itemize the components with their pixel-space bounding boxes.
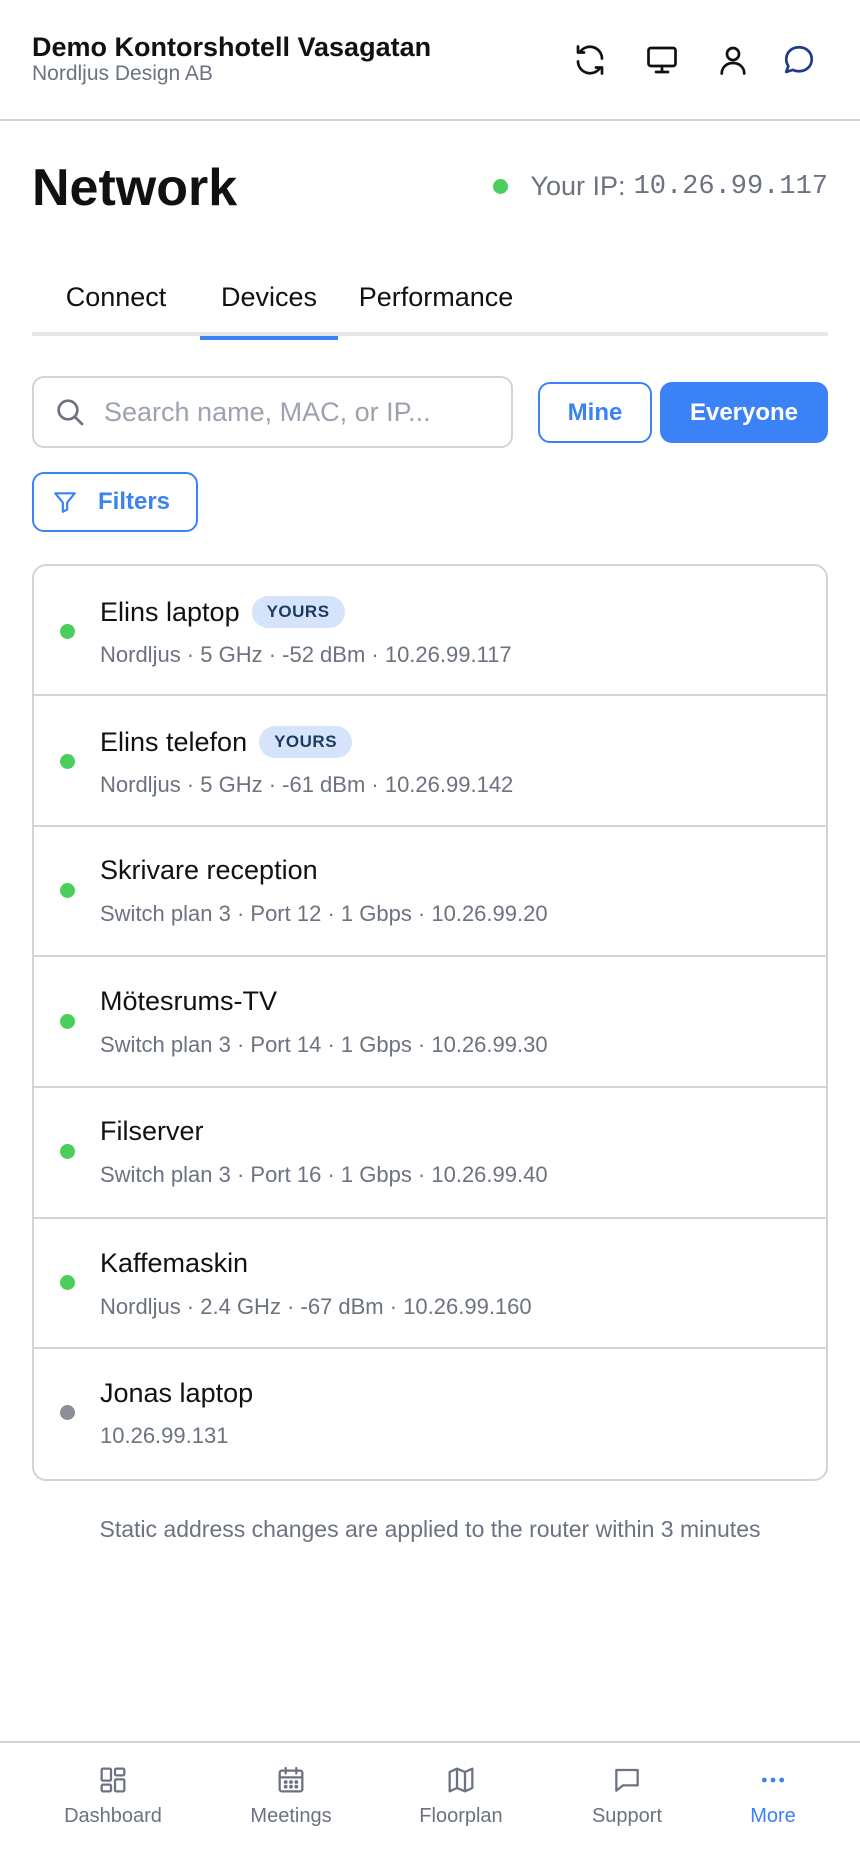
nav-more[interactable]: More [688,1743,858,1864]
nav-label: Floorplan [419,1805,503,1827]
device-name: Elins telefon [100,726,248,757]
device-name: Jonas laptop [100,1378,254,1408]
device-name: Filserver [100,1116,204,1146]
ip-value: 10.26.99.117 [633,171,828,202]
company-name: Nordljus Design AB [32,62,213,85]
connection-status-dot [493,179,509,194]
more-icon [756,1763,790,1797]
location-title: Demo Kontorshotell Vasagatan [32,32,432,62]
device-name: Mötesrums-TV [100,986,278,1016]
filter-icon [52,489,78,515]
ip-indicator: Your IP: 10.26.99.117 [493,171,828,202]
yours-badge: YOURS [251,596,345,628]
nav-label: Dashboard [64,1805,162,1827]
network-tabs: Connect Devices Performance [32,270,828,340]
online-status-dot [60,1014,75,1029]
device-details: 10.26.99.131 [100,1423,229,1448]
filters-label: Filters [98,488,171,515]
calendar-icon [274,1763,308,1797]
page-title: Network [32,159,238,217]
device-row[interactable]: Jonas laptop 10.26.99.131 [34,1349,826,1479]
tab-performance[interactable]: Performance [338,270,534,336]
nav-support[interactable]: Support [542,1743,712,1864]
device-details: Switch plan 3 · Port 14 · 1 Gbps · 10.26… [100,1032,548,1057]
device-list: Elins laptop YOURS Nordljus · 5 GHz · -5… [32,564,828,1481]
user-icon[interactable] [711,38,755,82]
online-status-dot [60,1275,75,1290]
chat-icon[interactable] [777,38,821,82]
nav-label: Support [591,1805,663,1827]
device-details: Nordljus · 2.4 GHz · -67 dBm · 10.26.99.… [100,1294,532,1319]
search-box [32,376,513,448]
device-row[interactable]: Elins laptop YOURS Nordljus · 5 GHz · -5… [34,566,826,696]
online-status-dot [60,624,75,639]
bottom-navigation: Dashboard Meetings Floorplan Support Mor… [0,1741,860,1864]
online-status-dot [60,883,75,898]
device-row[interactable]: Skrivare reception Switch plan 3 · Port … [34,827,826,957]
filters-button[interactable]: Filters [32,472,198,532]
device-row[interactable]: Filserver Switch plan 3 · Port 16 · 1 Gb… [34,1088,826,1219]
static-address-note: Static address changes are applied to th… [99,1516,761,1542]
mine-filter-button[interactable]: Mine [538,382,652,443]
nav-floorplan[interactable]: Floorplan [376,1743,546,1864]
device-details: Nordljus · 5 GHz · -61 dBm · 10.26.99.14… [100,772,514,797]
device-row[interactable]: Mötesrums-TV Switch plan 3 · Port 14 · 1… [34,957,826,1088]
device-details: Switch plan 3 · Port 16 · 1 Gbps · 10.26… [100,1162,548,1187]
device-details: Nordljus · 5 GHz · -52 dBm · 10.26.99.11… [100,642,512,667]
dashboard-icon [96,1763,130,1797]
device-name: Elins laptop [100,596,240,627]
nav-label: Meetings [250,1805,332,1827]
everyone-filter-button[interactable]: Everyone [660,382,828,443]
yours-badge: YOURS [259,726,353,758]
support-chat-icon [610,1763,644,1797]
device-name: Skrivare reception [100,855,318,885]
device-name: Kaffemaskin [100,1248,249,1278]
monitor-icon[interactable] [640,38,684,82]
search-icon [54,396,86,428]
refresh-icon[interactable] [568,38,612,82]
device-details: Switch plan 3 · Port 12 · 1 Gbps · 10.26… [100,901,548,926]
online-status-dot [60,1144,75,1159]
map-icon [444,1763,478,1797]
device-row[interactable]: Kaffemaskin Nordljus · 2.4 GHz · -67 dBm… [34,1219,826,1349]
tab-devices[interactable]: Devices [200,270,338,340]
offline-status-dot [60,1405,75,1420]
tab-connect[interactable]: Connect [32,270,200,336]
search-input[interactable] [104,396,484,428]
device-row[interactable]: Elins telefon YOURS Nordljus · 5 GHz · -… [34,696,826,827]
nav-meetings[interactable]: Meetings [206,1743,376,1864]
nav-dashboard[interactable]: Dashboard [28,1743,198,1864]
top-bar: Demo Kontorshotell Vasagatan Nordljus De… [0,0,860,121]
online-status-dot [60,754,75,769]
ip-label: Your IP: [530,171,626,201]
nav-label: More [750,1805,796,1827]
